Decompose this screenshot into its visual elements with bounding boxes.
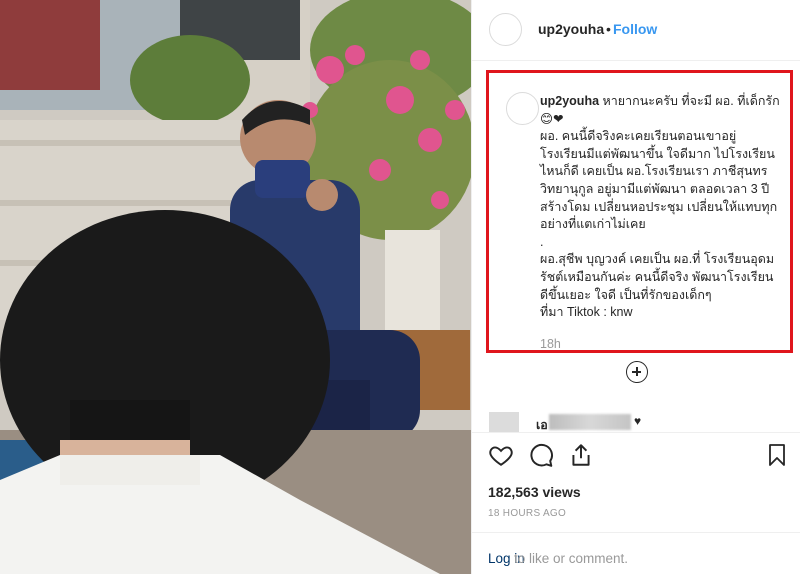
login-prompt: Log in to like or comment. [472, 532, 800, 575]
commenter-avatar-blurred[interactable] [489, 412, 519, 432]
header-separator: • [606, 21, 611, 37]
video-frame-illustration [0, 0, 471, 574]
caption-body: หายากนะครับ ที่จะมี ผอ. ที่เด็กรัก 😊❤ ผอ… [540, 94, 780, 320]
comment-heart: ♥ [634, 414, 642, 428]
caption-highlight-box: up2youha หายากนะครับ ที่จะมี ผอ. ที่เด็ก… [486, 70, 793, 353]
author-username[interactable]: up2youha [538, 21, 604, 37]
heart-outline-icon[interactable] [488, 442, 514, 468]
plus-circle-icon[interactable] [626, 361, 648, 383]
author-avatar[interactable] [489, 13, 522, 46]
action-bar [472, 432, 800, 477]
post-time-ago[interactable]: 18 HOURS AGO [488, 508, 566, 519]
share-arrow-icon[interactable] [568, 442, 594, 468]
caption-username[interactable]: up2youha [540, 94, 599, 108]
post-media[interactable] [0, 0, 471, 574]
caption-text: up2youha หายากนะครับ ที่จะมี ผอ. ที่เด็ก… [540, 93, 780, 322]
follow-button[interactable]: Follow [613, 21, 657, 37]
login-prompt-text: to like or comment. [514, 551, 629, 566]
caption-avatar[interactable] [506, 92, 539, 125]
post-header: up2youha • Follow [472, 0, 800, 61]
speech-bubble-icon[interactable] [528, 442, 554, 468]
comment-item: เอ ♥ [489, 412, 789, 432]
view-count[interactable]: 182,563 views [488, 484, 581, 500]
caption-timestamp[interactable]: 18h [540, 337, 561, 351]
bookmark-icon[interactable] [765, 442, 789, 468]
post-side-panel: up2youha • Follow up2youha หายากนะครับ ท… [471, 0, 800, 574]
blurred-comment-text [549, 414, 631, 430]
